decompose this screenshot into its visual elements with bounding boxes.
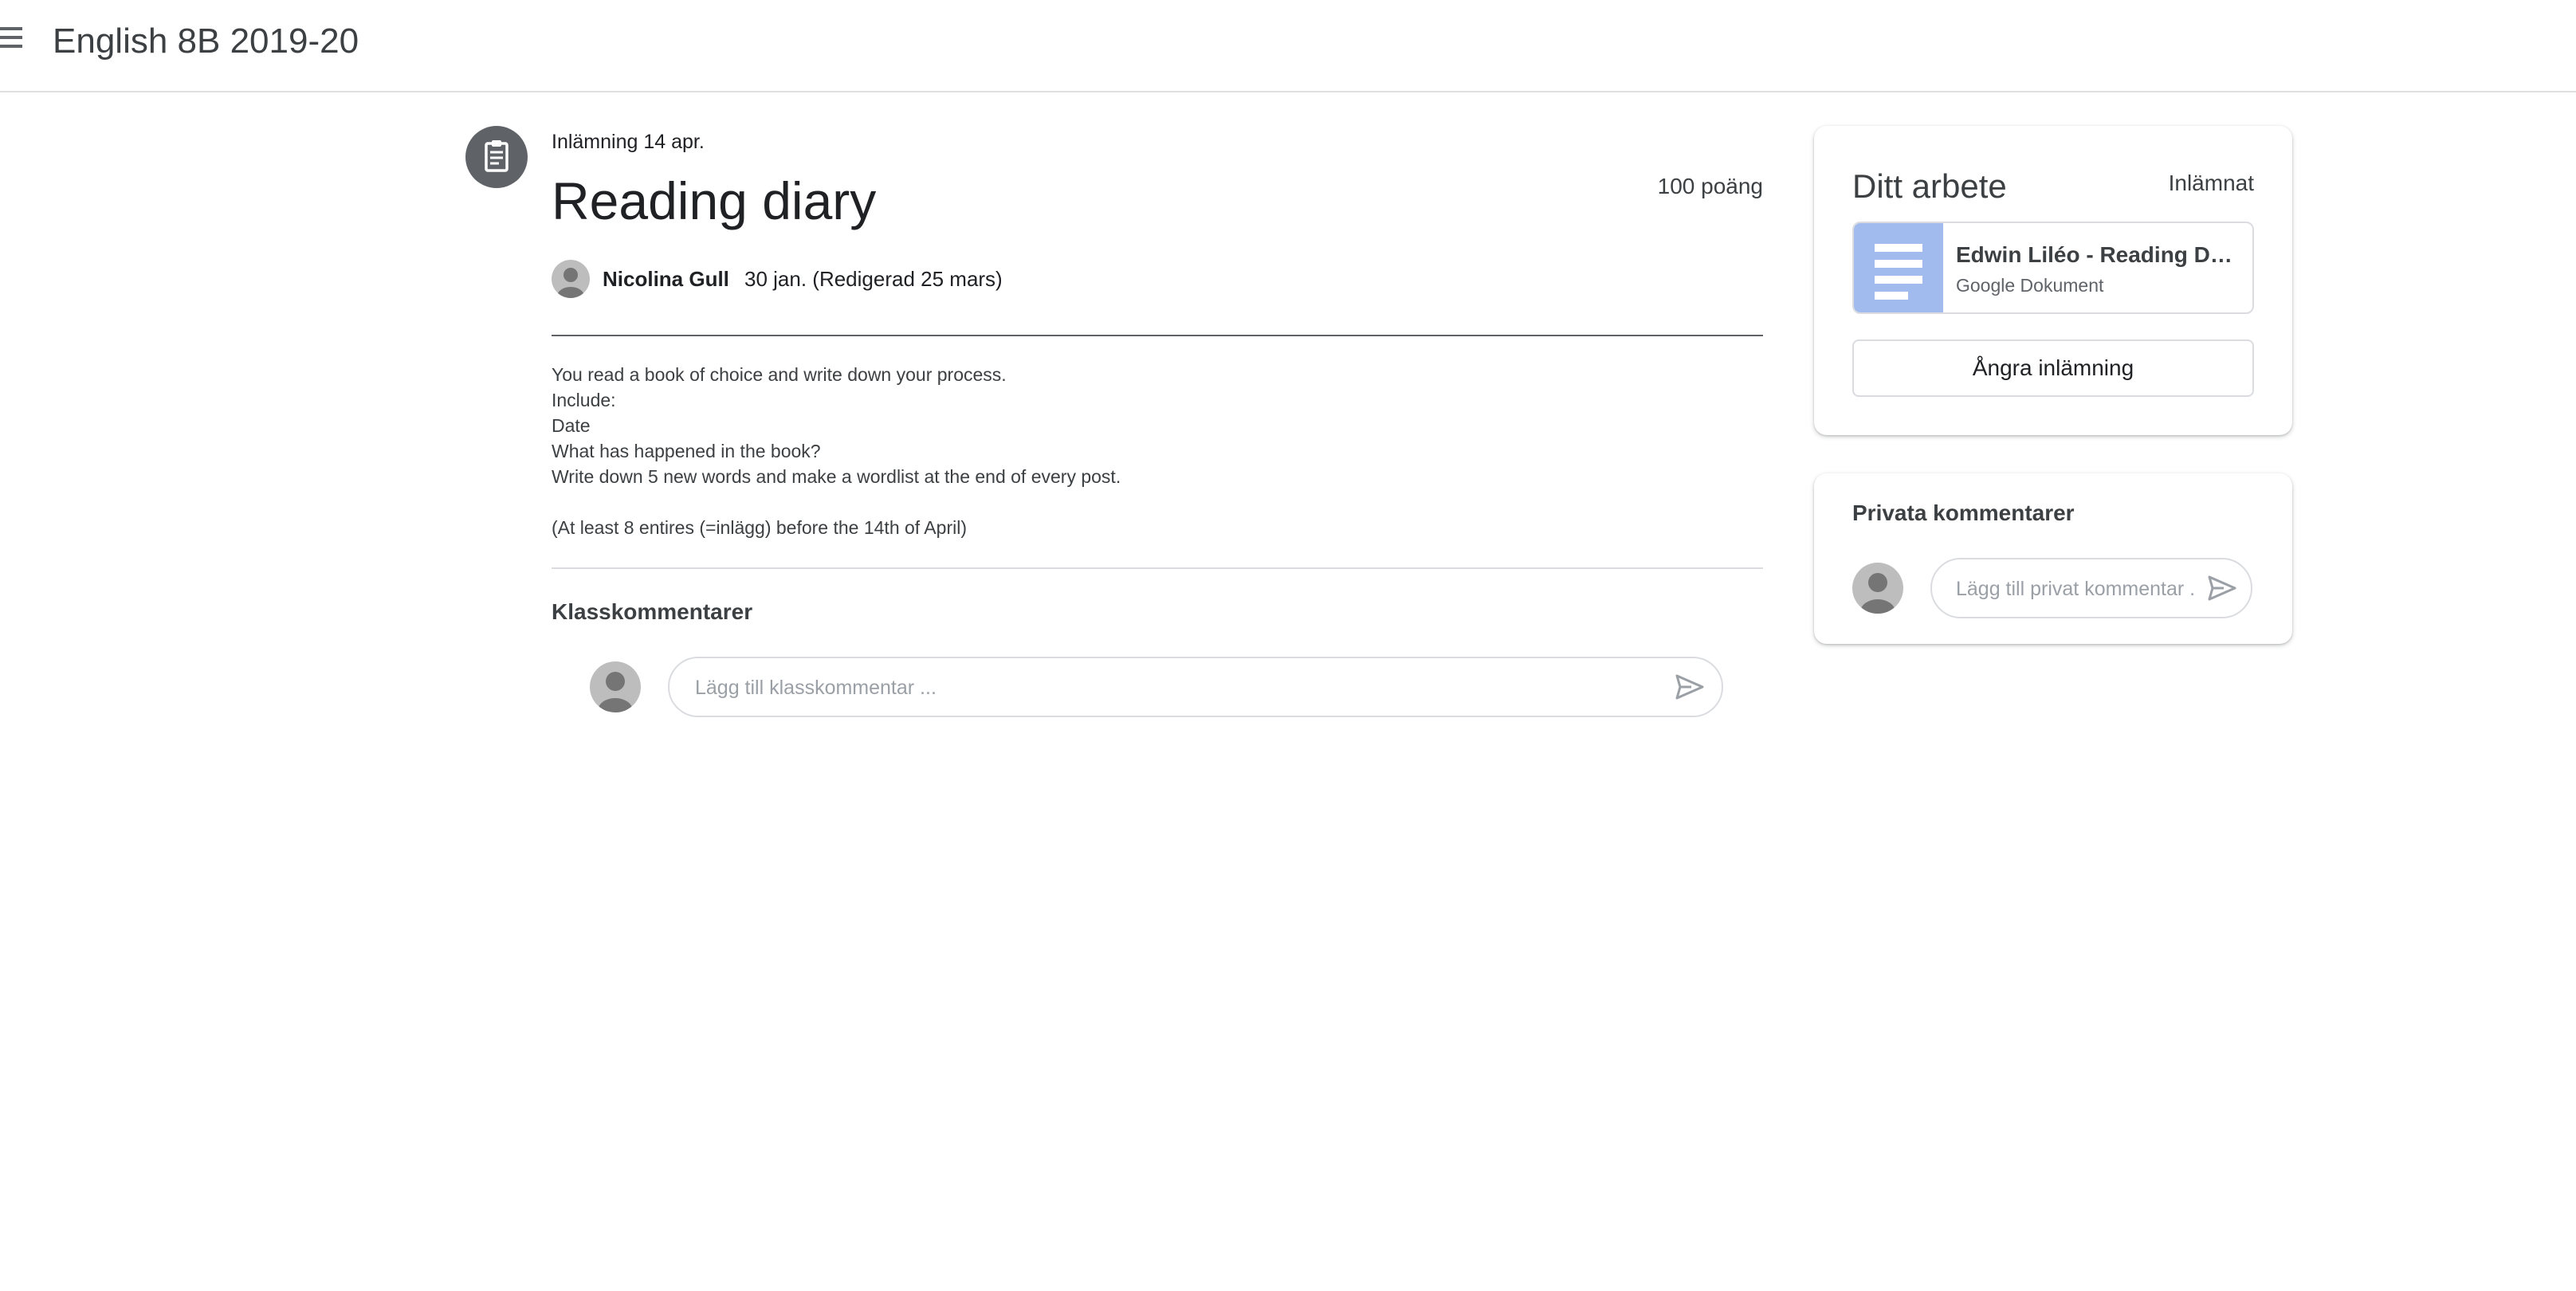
avatar (1852, 563, 1903, 614)
send-icon[interactable] (1672, 669, 1707, 704)
class-comments-heading: Klasskommentarer (552, 599, 753, 624)
comments-divider (552, 567, 1763, 569)
your-work-title: Ditt arbete (1852, 167, 2007, 205)
your-work-card: Ditt arbete Inlämnat Edwin Liléo - Readi… (1814, 126, 2292, 435)
google-docs-icon (1854, 223, 1943, 312)
status-badge: Inlämnat (2168, 171, 2254, 195)
hamburger-menu-icon[interactable] (0, 27, 24, 51)
private-comment-input[interactable] (1954, 559, 2197, 618)
private-comment-field (1930, 558, 2252, 618)
send-icon[interactable] (2205, 571, 2240, 606)
assignment-clipboard-icon (465, 126, 528, 188)
description-line: (At least 8 entires (=inlägg) before the… (552, 517, 967, 538)
class-title[interactable]: English 8B 2019-20 (53, 19, 359, 64)
attachment-card[interactable]: Edwin Liléo - Reading Diary Google Dokum… (1852, 222, 2254, 314)
description-line: Write down 5 new words and make a wordli… (552, 466, 1121, 487)
private-comments-card: Privata kommentarer (1814, 473, 2292, 644)
description-line (552, 489, 1747, 515)
header-divider (552, 335, 1763, 336)
attachment-type: Google Dokument (1956, 275, 2104, 296)
private-comments-title: Privata kommentarer (1852, 500, 2075, 525)
post-date: 30 jan. (Redigerad 25 mars) (744, 267, 1003, 291)
top-app-bar: English 8B 2019-20 (0, 0, 2576, 92)
avatar (590, 661, 641, 712)
description-line: You read a book of choice and write down… (552, 364, 1007, 385)
class-comment-input[interactable] (693, 658, 1637, 717)
author-avatar (552, 260, 590, 298)
description-line: What has happened in the book? (552, 441, 821, 461)
unsubmit-button[interactable]: Ångra inlämning (1852, 339, 2254, 397)
class-comment-field (668, 657, 1723, 717)
due-date: Inlämning 14 apr. (552, 131, 705, 153)
description-line: Include: (552, 390, 616, 410)
author-name: Nicolina Gull (603, 267, 729, 291)
assignment-title: Reading diary (552, 171, 877, 230)
description-line: Date (552, 415, 591, 436)
attachment-name: Edwin Liléo - Reading Diary (1956, 242, 2235, 267)
assignment-description: You read a book of choice and write down… (552, 362, 1747, 540)
points-label: 100 poäng (1657, 174, 1763, 198)
